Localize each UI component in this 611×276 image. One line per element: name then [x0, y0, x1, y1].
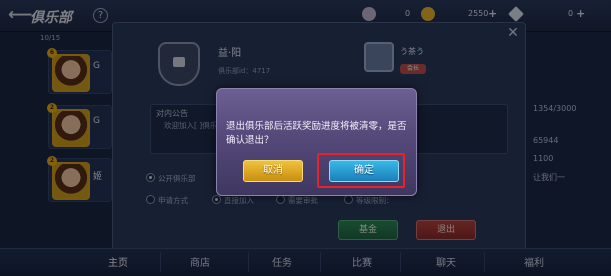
confirm-message: 退出俱乐部后活跃奖励进度将被清零，是否确认退出？ [226, 121, 407, 146]
highlight-box [317, 153, 405, 188]
cancel-button[interactable]: 取消 [243, 160, 303, 182]
